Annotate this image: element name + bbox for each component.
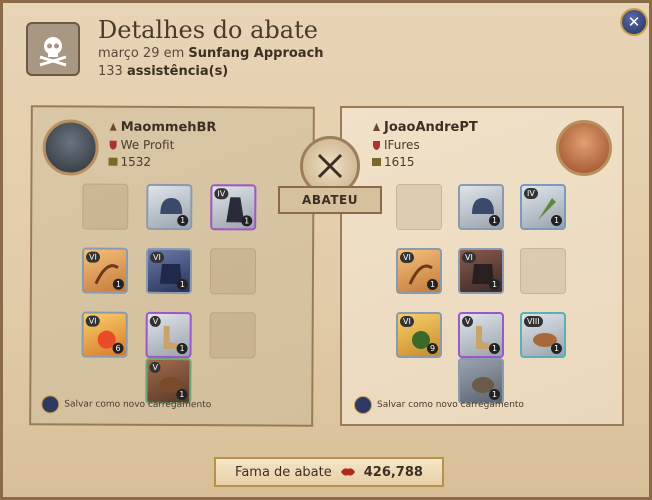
killer-slot-chest[interactable]: VI 1 bbox=[145, 247, 193, 295]
fame-label: Fama de abate bbox=[235, 464, 332, 480]
qty-badge: 1 bbox=[177, 215, 189, 227]
qty-badge: 1 bbox=[112, 278, 124, 290]
victim-slot-shoes[interactable]: V 1 bbox=[458, 312, 504, 358]
killer-slot-mainhand[interactable]: VI 1 bbox=[81, 247, 129, 294]
item-power-icon bbox=[372, 158, 381, 166]
kill-fame-bar: Fama de abate 426,788 bbox=[214, 457, 444, 487]
killer-slot-bag[interactable] bbox=[82, 183, 129, 230]
victim-ip-text: 1615 bbox=[384, 155, 415, 169]
victim-guild-text: IFures bbox=[384, 138, 420, 152]
victim-guild: IFures bbox=[372, 138, 420, 152]
killer-slot-offhand[interactable] bbox=[209, 248, 257, 295]
victim-name-text: JoaoAndrePT bbox=[384, 120, 478, 135]
item-power-icon bbox=[108, 157, 118, 166]
victim-slot-head[interactable]: 1 bbox=[458, 184, 504, 230]
save-loadout-label: Salvar como novo carregamento bbox=[64, 399, 212, 411]
victim-item-power: 1615 bbox=[372, 155, 415, 169]
save-loadout-icon bbox=[41, 395, 60, 414]
victim-slot-offhand[interactable] bbox=[520, 248, 566, 294]
close-button[interactable]: ✕ bbox=[620, 8, 648, 36]
crossed-swords-icon bbox=[317, 153, 343, 179]
skull-crossbones-icon bbox=[26, 22, 80, 76]
assists-label: assistência(s) bbox=[126, 64, 229, 79]
qty-badge: 1 bbox=[176, 279, 188, 291]
qty-badge: 9 bbox=[427, 343, 438, 354]
assists-number: 133 bbox=[98, 64, 123, 79]
victim-slot-mainhand[interactable]: VI 1 bbox=[396, 248, 442, 294]
killed-label: ABATEU bbox=[278, 186, 382, 214]
killer-slot-head[interactable]: 1 bbox=[146, 183, 193, 231]
guild-shield-icon bbox=[109, 140, 117, 150]
page-title: Detalhes do abate bbox=[98, 16, 318, 44]
qty-badge: 1 bbox=[551, 215, 562, 226]
victim-slot-bag[interactable] bbox=[396, 184, 442, 230]
killer-guild: We Profit bbox=[109, 137, 175, 153]
killer-panel: MaommehBR We Profit 1532 1 IV 1 VI 1 VI … bbox=[29, 105, 315, 427]
killer-item-power: 1532 bbox=[108, 154, 152, 169]
kill-date: março 29 bbox=[98, 46, 160, 61]
qty-badge: 1 bbox=[241, 215, 253, 227]
killer-avatar[interactable] bbox=[42, 119, 99, 176]
killer-name[interactable]: MaommehBR bbox=[109, 119, 217, 136]
fame-value: 426,788 bbox=[363, 464, 423, 480]
kill-date-location: março 29 em Sunfang Approach bbox=[98, 46, 324, 61]
victim-slot-potion[interactable]: VI 9 bbox=[396, 312, 442, 358]
close-icon: ✕ bbox=[627, 13, 641, 31]
qty-badge: 1 bbox=[427, 279, 438, 290]
killer-slot-cape[interactable]: IV 1 bbox=[210, 184, 257, 231]
qty-badge: 1 bbox=[489, 279, 500, 290]
killer-save-loadout-button[interactable]: Salvar como novo carregamento bbox=[41, 395, 211, 414]
qty-badge: 6 bbox=[112, 342, 124, 354]
victim-slot-food[interactable]: VIII 1 bbox=[520, 312, 566, 358]
assists-count: 133 assistência(s) bbox=[98, 64, 228, 79]
save-loadout-label: Salvar como novo carregamento bbox=[377, 400, 524, 410]
victim-save-loadout-button[interactable]: Salvar como novo carregamento bbox=[354, 396, 524, 414]
killer-ip-text: 1532 bbox=[120, 154, 152, 169]
victim-panel: JoaoAndrePT IFures 1615 1 IV 1 VI 1 VI 1 bbox=[340, 106, 624, 426]
player-rank-icon bbox=[109, 122, 117, 131]
save-loadout-icon bbox=[354, 396, 372, 414]
qty-badge: 1 bbox=[551, 343, 562, 354]
killer-slot-shoes[interactable]: V 1 bbox=[145, 311, 192, 359]
qty-badge: 1 bbox=[489, 343, 500, 354]
guild-shield-icon bbox=[373, 141, 380, 150]
victim-avatar[interactable] bbox=[556, 120, 612, 176]
fame-icon bbox=[340, 468, 355, 476]
killer-slot-potion[interactable]: VI 6 bbox=[81, 311, 128, 358]
player-rank-icon bbox=[373, 123, 380, 131]
killer-guild-text: We Profit bbox=[120, 137, 175, 153]
victim-slot-cape[interactable]: IV 1 bbox=[520, 184, 566, 230]
kill-location: Sunfang Approach bbox=[188, 46, 324, 61]
victim-name[interactable]: JoaoAndrePT bbox=[372, 120, 478, 135]
date-location-separator: em bbox=[159, 46, 189, 61]
killer-name-text: MaommehBR bbox=[120, 119, 217, 136]
qty-badge: 1 bbox=[176, 343, 188, 355]
qty-badge: 1 bbox=[489, 215, 500, 226]
kill-details-page: Detalhes do abate março 29 em Sunfang Ap… bbox=[0, 0, 652, 500]
victim-slot-chest[interactable]: VI 1 bbox=[458, 248, 504, 294]
killer-slot-food[interactable] bbox=[209, 312, 256, 359]
